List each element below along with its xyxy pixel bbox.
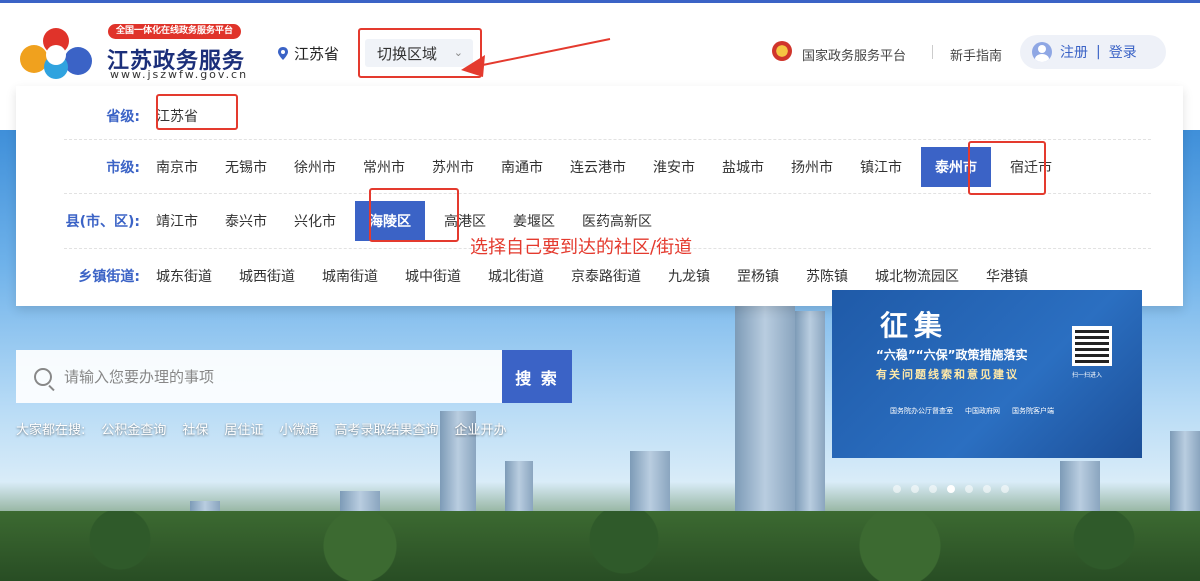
header-divider	[932, 45, 933, 59]
promo-banner[interactable]: 征集 “六稳”“六保”政策措施落实 有关问题线索和意见建议 扫一扫进入 国务院办…	[832, 290, 1142, 458]
city-option[interactable]: 宿迁市	[1002, 151, 1060, 183]
county-label: 县(市、区):	[65, 214, 140, 230]
tree-line	[0, 511, 1200, 581]
carousel-dot[interactable]	[965, 485, 973, 493]
city-option[interactable]: 苏州市	[424, 151, 482, 183]
town-option[interactable]: 罡杨镇	[729, 260, 787, 292]
search-input[interactable]	[64, 367, 484, 386]
banner-footer: 国务院办公厅督查室 中国政府网 国务院客户端	[890, 406, 1054, 416]
city-option[interactable]: 南通市	[493, 151, 551, 183]
carousel-dot[interactable]	[1001, 485, 1009, 493]
town-option[interactable]: 城北街道	[480, 260, 552, 292]
search-button[interactable]: 搜 索	[502, 350, 572, 403]
site-url: www.jszwfw.gov.cn	[110, 68, 249, 81]
city-option[interactable]: 常州市	[355, 151, 413, 183]
register-link[interactable]: 注册	[1060, 42, 1088, 62]
carousel-dot[interactable]	[983, 485, 991, 493]
user-avatar-icon	[1032, 42, 1052, 62]
hot-search-link[interactable]: 公积金查询	[101, 419, 166, 438]
province-label: 省级:	[106, 109, 140, 125]
carousel-dot[interactable]	[929, 485, 937, 493]
location-pin-icon	[278, 47, 288, 60]
city-option[interactable]: 扬州市	[783, 151, 841, 183]
site-header: 全国一体化在线政务服务平台 江苏政务服务 www.jszwfw.gov.cn 江…	[0, 3, 1200, 88]
city-option[interactable]: 镇江市	[852, 151, 910, 183]
county-option[interactable]: 兴化市	[286, 205, 344, 237]
logo-icon[interactable]	[16, 23, 98, 81]
carousel-dots	[893, 485, 1009, 493]
hot-searches: 大家都在搜: 公积金查询 社保 居住证 小微通 高考录取结果查询 企业开办	[16, 419, 506, 438]
hot-search-link[interactable]: 小微通	[279, 419, 318, 438]
login-link[interactable]: 登录	[1109, 42, 1137, 62]
current-location: 江苏省	[278, 43, 339, 64]
annotation-note: 选择自己要到达的社区/街道	[470, 237, 693, 258]
platform-badge: 全国一体化在线政务服务平台	[108, 24, 242, 39]
county-option[interactable]: 海陵区	[355, 201, 425, 241]
search-icon	[34, 367, 52, 386]
banner-footer-item: 国务院办公厅督查室	[890, 407, 953, 415]
search-bar	[16, 350, 502, 403]
city-option[interactable]: 盐城市	[714, 151, 772, 183]
qr-caption: 扫一扫进入	[1072, 372, 1103, 379]
banner-title: 征集	[880, 309, 949, 342]
city-option[interactable]: 连云港市	[562, 151, 634, 183]
town-option[interactable]: 城东街道	[148, 260, 220, 292]
guide-link[interactable]: 新手指南	[950, 45, 1002, 64]
city-label: 市级:	[106, 159, 140, 176]
qr-code-icon	[1072, 326, 1112, 366]
annotation-arrow-icon	[461, 38, 611, 77]
hot-search-link[interactable]: 企业开办	[454, 419, 506, 438]
city-option[interactable]: 南京市	[148, 151, 206, 183]
province-row: 省级: 江苏省	[64, 94, 1151, 138]
city-option[interactable]: 泰州市	[921, 146, 991, 187]
county-option[interactable]: 靖江市	[148, 205, 206, 237]
hot-search-link[interactable]: 社保	[182, 419, 208, 438]
town-option[interactable]: 城西街道	[231, 260, 303, 292]
banner-footer-item: 中国政府网	[965, 407, 1000, 415]
national-platform-link[interactable]: 国家政务服务平台	[802, 45, 906, 64]
province-option[interactable]: 江苏省	[148, 100, 206, 132]
banner-footer-item: 国务院客户端	[1012, 407, 1054, 415]
location-label: 江苏省	[294, 45, 340, 63]
carousel-dot[interactable]	[893, 485, 901, 493]
town-option[interactable]: 苏陈镇	[798, 260, 856, 292]
banner-line-1: “六稳”“六保”政策措施落实	[876, 348, 1028, 362]
hot-search-link[interactable]: 高考录取结果查询	[334, 419, 438, 438]
hot-searches-label: 大家都在搜:	[16, 423, 86, 438]
login-separator: |	[1096, 44, 1101, 60]
town-option[interactable]: 华港镇	[978, 260, 1036, 292]
town-option[interactable]: 城中街道	[397, 260, 469, 292]
region-selector-panel: 省级: 江苏省 市级: 南京市 无锡市 徐州市 常州市 苏州市 南通市 连云港市 淮安市 盐城市…	[16, 86, 1183, 306]
town-label: 乡镇街道:	[78, 268, 140, 285]
hot-search-link[interactable]: 居住证	[224, 419, 263, 438]
city-row: 市级: 南京市 无锡市 徐州市 常州市 苏州市 南通市 连云港市 淮安市 盐城市 扬州市 镇江市 泰州…	[64, 139, 1151, 193]
town-option[interactable]: 九龙镇	[660, 260, 718, 292]
carousel-dot[interactable]	[947, 485, 955, 493]
banner-line-2: 有关问题线索和意见建议	[876, 368, 1019, 381]
login-pill: 注册 | 登录	[1020, 35, 1166, 69]
town-option[interactable]: 城北物流园区	[867, 260, 967, 292]
city-option[interactable]: 无锡市	[217, 151, 275, 183]
town-option[interactable]: 城南街道	[314, 260, 386, 292]
town-option[interactable]: 京泰路街道	[563, 260, 649, 292]
city-option[interactable]: 徐州市	[286, 151, 344, 183]
national-emblem-icon	[772, 41, 792, 61]
city-option[interactable]: 淮安市	[645, 151, 703, 183]
county-option[interactable]: 泰兴市	[217, 205, 275, 237]
carousel-dot[interactable]	[911, 485, 919, 493]
